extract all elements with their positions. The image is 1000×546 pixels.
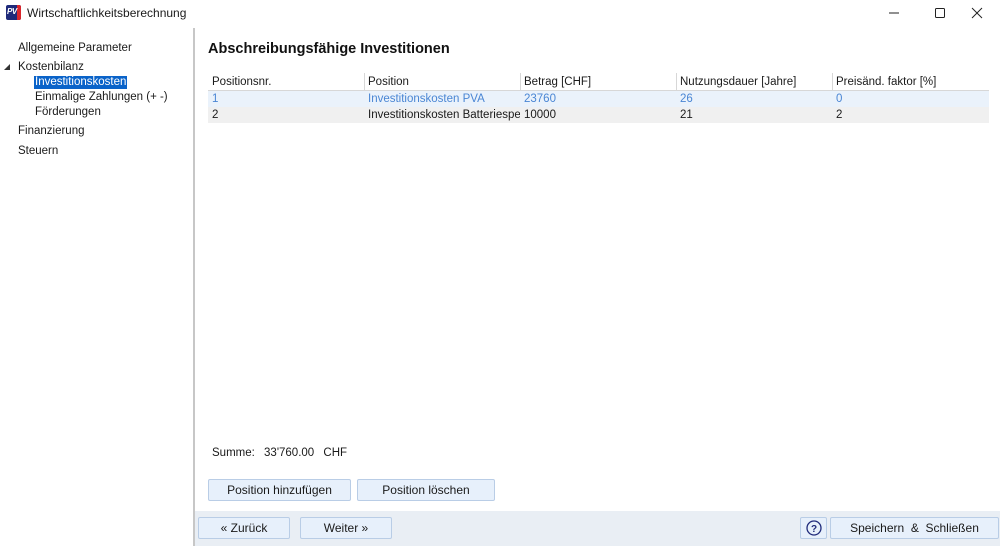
sum-display: Summe: 33'760.00 CHF	[212, 447, 353, 459]
sum-unit: CHF	[323, 447, 348, 459]
cell-betrag[interactable]: 10000	[520, 108, 676, 122]
close-icon	[971, 7, 983, 19]
footer-bar: « Zurück Weiter » ? Speichern & Schließe…	[195, 511, 1000, 546]
sum-label: Summe:	[212, 447, 255, 459]
pane-divider[interactable]	[193, 28, 195, 546]
nav-item-kostenbilanz[interactable]: Kostenbilanz	[18, 61, 84, 74]
cell-positionsnr[interactable]: 2	[208, 108, 364, 122]
nav-item-investitionskosten[interactable]: Investitionskosten	[34, 76, 128, 89]
title-bar: PV Wirtschaftlichkeitsberechnung	[0, 0, 1000, 26]
minimize-button[interactable]	[871, 0, 917, 26]
back-button[interactable]: « Zurück	[198, 517, 290, 539]
column-header-position[interactable]: Position	[364, 75, 520, 91]
table-row[interactable]: 1 Investitionskosten PVA 23760 26 0	[208, 91, 989, 107]
maximize-icon	[935, 8, 945, 18]
column-header-positionsnr[interactable]: Positionsnr.	[208, 75, 364, 91]
page-title: Abschreibungsfähige Investitionen	[208, 41, 450, 57]
window-title: Wirtschaftlichkeitsberechnung	[27, 6, 187, 20]
cell-nutzungsdauer[interactable]: 26	[676, 92, 832, 106]
close-button[interactable]	[954, 0, 1000, 26]
add-position-button[interactable]: Position hinzufügen	[208, 479, 351, 501]
help-button[interactable]: ?	[800, 517, 827, 539]
table-row[interactable]: 2 Investitionskosten Batteriespei 10000 …	[208, 107, 989, 123]
table-header: Positionsnr. Position Betrag [CHF] Nutzu…	[208, 73, 989, 91]
nav-item-allgemeine-parameter[interactable]: Allgemeine Parameter	[18, 42, 132, 55]
nav-item-foerderungen[interactable]: Förderungen	[35, 106, 101, 119]
column-header-betrag[interactable]: Betrag [CHF]	[520, 75, 676, 91]
minimize-icon	[889, 12, 899, 14]
collapse-triangle-icon[interactable]	[4, 64, 11, 71]
nav-item-steuern[interactable]: Steuern	[18, 145, 58, 158]
cell-preisaenderungsfaktor[interactable]: 0	[832, 92, 989, 106]
delete-position-button[interactable]: Position löschen	[357, 479, 495, 501]
nav-item-finanzierung[interactable]: Finanzierung	[18, 125, 84, 138]
investments-table: Positionsnr. Position Betrag [CHF] Nutzu…	[208, 73, 989, 123]
svg-text:?: ?	[811, 524, 817, 535]
cell-betrag[interactable]: 23760	[520, 92, 676, 106]
save-and-close-button[interactable]: Speichern & Schließen	[830, 517, 999, 539]
column-header-preisaenderungsfaktor[interactable]: Preisänd. faktor [%]	[832, 75, 989, 91]
nav-item-einmalige-zahlungen[interactable]: Einmalige Zahlungen (+ -)	[35, 91, 168, 104]
question-circle-icon: ?	[806, 520, 822, 536]
column-header-nutzungsdauer[interactable]: Nutzungsdauer [Jahre]	[676, 75, 832, 91]
navigation-tree: Allgemeine Parameter Kostenbilanz Invest…	[0, 26, 193, 546]
cell-position[interactable]: Investitionskosten Batteriespei	[364, 108, 520, 122]
app-logo-icon: PV	[6, 5, 21, 20]
cell-position[interactable]: Investitionskosten PVA	[364, 92, 520, 106]
sum-value: 33'760.00	[264, 447, 315, 459]
cell-nutzungsdauer[interactable]: 21	[676, 108, 832, 122]
cell-preisaenderungsfaktor[interactable]: 2	[832, 108, 989, 122]
cell-positionsnr[interactable]: 1	[208, 92, 364, 106]
main-panel: Abschreibungsfähige Investitionen Positi…	[197, 26, 1000, 511]
next-button[interactable]: Weiter »	[300, 517, 392, 539]
